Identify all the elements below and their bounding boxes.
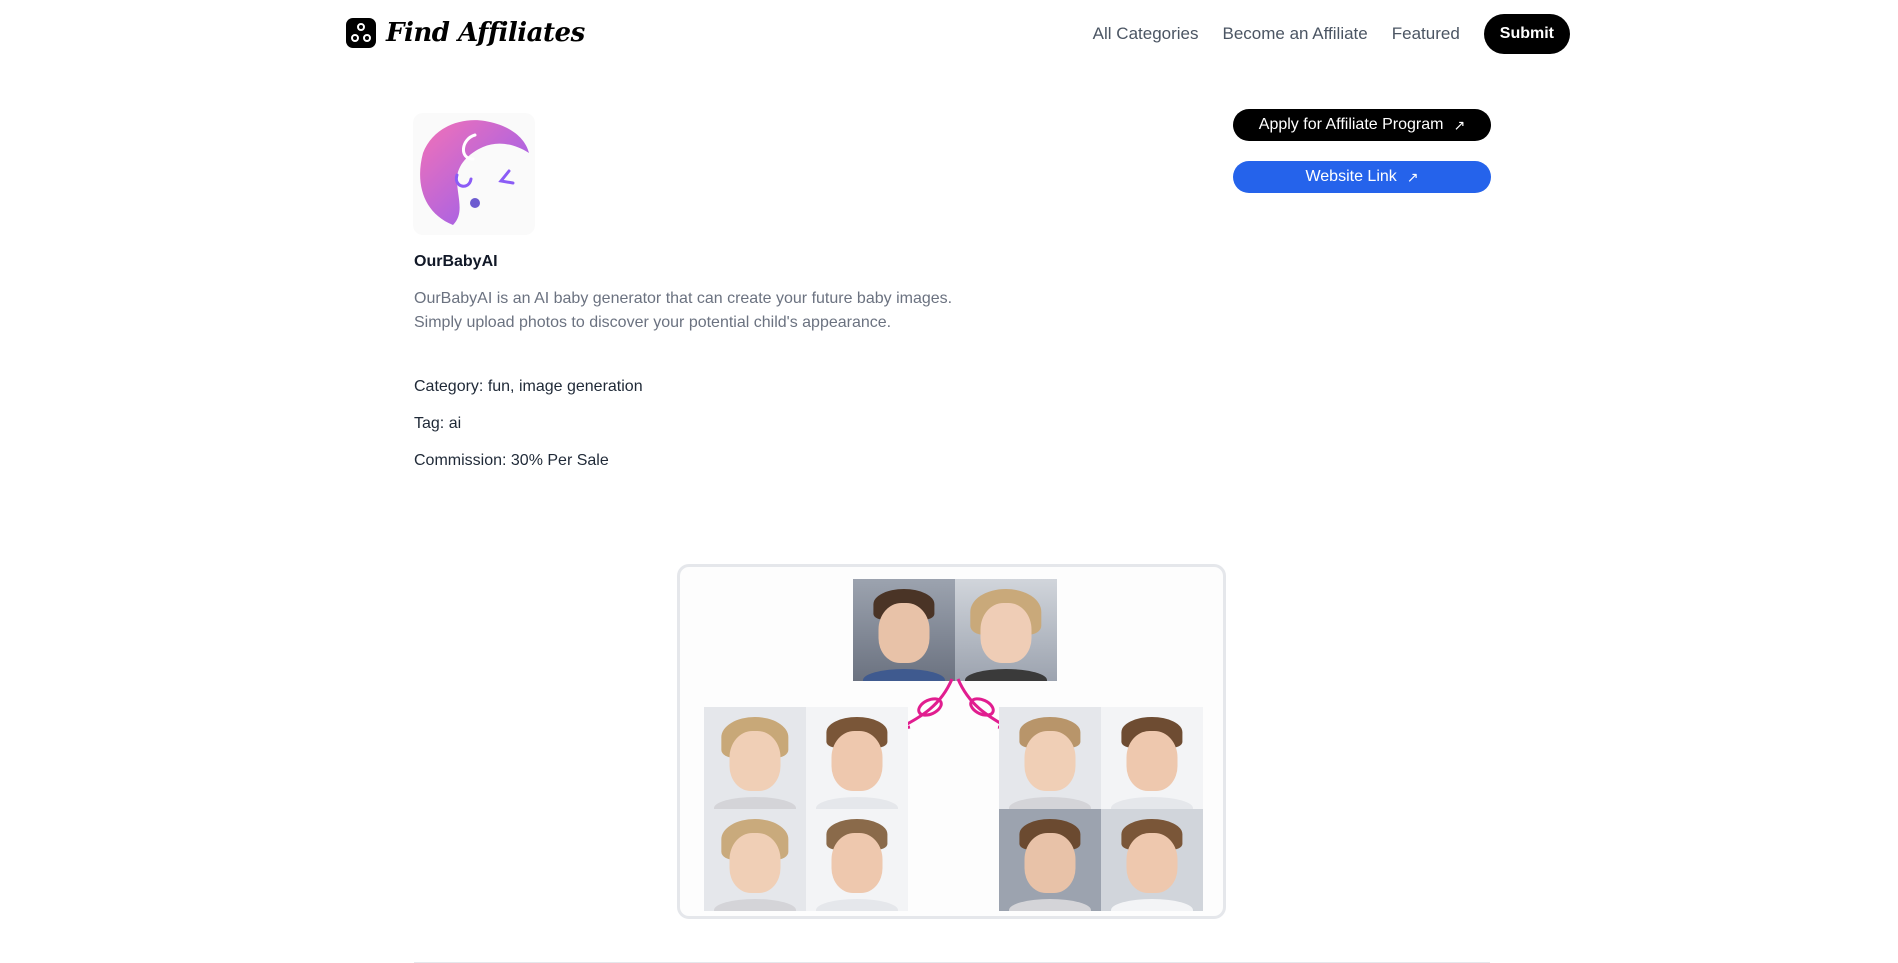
external-link-icon: ↗ bbox=[1453, 116, 1466, 133]
child-photo bbox=[999, 707, 1101, 809]
apply-affiliate-label: Apply for Affiliate Program bbox=[1258, 116, 1444, 133]
product-name: OurBabyAI bbox=[414, 253, 498, 270]
product-description: OurBabyAI is an AI baby generator that c… bbox=[414, 290, 953, 331]
apply-affiliate-button[interactable]: Apply for Affiliate Program ↗ bbox=[1233, 109, 1491, 141]
child-photo bbox=[999, 809, 1101, 911]
child-photo bbox=[1101, 809, 1203, 911]
nav-become-affiliate[interactable]: Become an Affiliate bbox=[1223, 14, 1368, 54]
product-screenshot bbox=[677, 564, 1226, 919]
website-link-button[interactable]: Website Link ↗ bbox=[1233, 161, 1491, 193]
website-link-label: Website Link bbox=[1305, 168, 1397, 185]
child-photo bbox=[704, 809, 806, 911]
external-link-icon: ↗ bbox=[1406, 168, 1419, 185]
site-header: Find Affiliates All Categories Become an… bbox=[0, 0, 1898, 66]
baby-face-icon bbox=[420, 120, 529, 225]
nav-all-categories[interactable]: All Categories bbox=[1093, 14, 1199, 54]
brand-logo[interactable]: Find Affiliates bbox=[346, 18, 585, 48]
product-commission: Commission: 30% Per Sale bbox=[414, 452, 609, 469]
main-nav: All Categories Become an Affiliate Featu… bbox=[1093, 14, 1570, 54]
child-photo bbox=[1101, 707, 1203, 809]
brand-name: Find Affiliates bbox=[386, 18, 585, 48]
logo-icon bbox=[346, 18, 376, 48]
submit-button[interactable]: Submit bbox=[1483, 14, 1570, 54]
product-tag: Tag: ai bbox=[414, 415, 462, 432]
product-logo bbox=[413, 113, 535, 235]
child-photo bbox=[806, 809, 908, 911]
child-photo bbox=[704, 707, 806, 809]
product-category: Category: fun, image generation bbox=[414, 378, 643, 395]
parent-photo-mother bbox=[955, 579, 1057, 681]
nav-featured[interactable]: Featured bbox=[1392, 14, 1460, 54]
parent-photo-father bbox=[853, 579, 955, 681]
child-photo bbox=[806, 707, 908, 809]
